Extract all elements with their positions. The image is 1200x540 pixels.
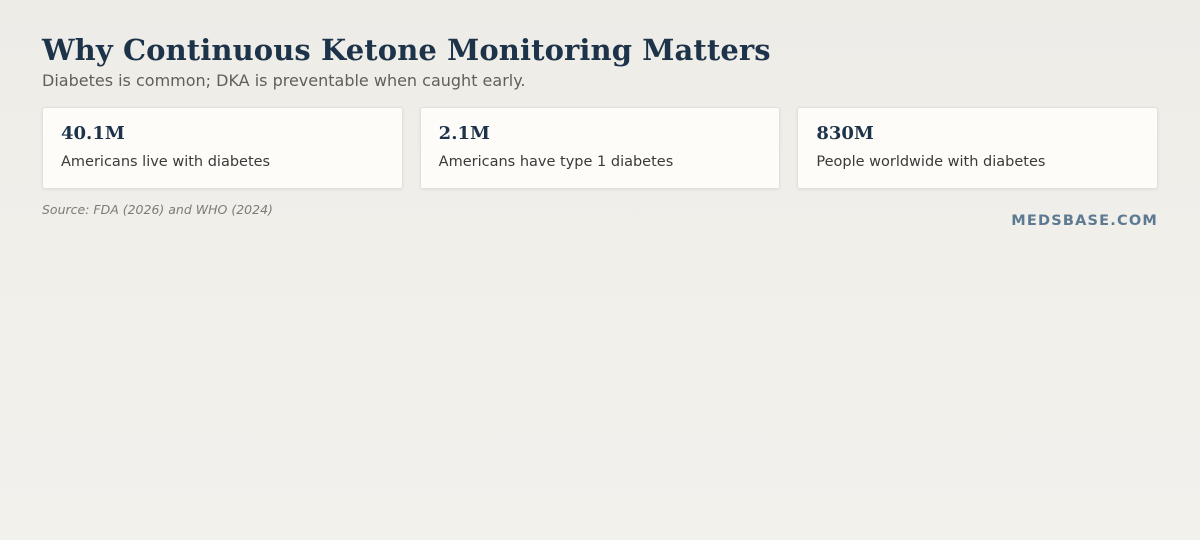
page-subtitle: Diabetes is common; DKA is preventable w… — [42, 71, 526, 90]
stat-cards: 40.1M Americans live with diabetes 2.1M … — [42, 107, 1159, 189]
content-wrapper: Why Continuous Ketone Monitoring Matters… — [42, 32, 1159, 218]
stat-value: 40.1M — [61, 123, 125, 144]
stat-value: 830M — [816, 123, 874, 144]
stat-label: People worldwide with diabetes — [816, 154, 1046, 170]
stat-label: Americans have type 1 diabetes — [438, 154, 674, 170]
brand-watermark: MEDSBASE.COM — [1011, 213, 1158, 229]
stat-card-us-type1: 2.1M Americans have type 1 diabetes — [419, 107, 781, 189]
stat-label: Americans live with diabetes — [61, 154, 271, 170]
source-citation: Source: FDA (2026) and WHO (2024) — [42, 202, 273, 217]
page-title: Why Continuous Ketone Monitoring Matters — [42, 33, 771, 67]
stat-value: 2.1M — [438, 123, 490, 144]
stat-card-us-diabetes: 40.1M Americans live with diabetes — [42, 107, 403, 189]
stat-card-worldwide: 830M People worldwide with diabetes — [797, 107, 1159, 189]
